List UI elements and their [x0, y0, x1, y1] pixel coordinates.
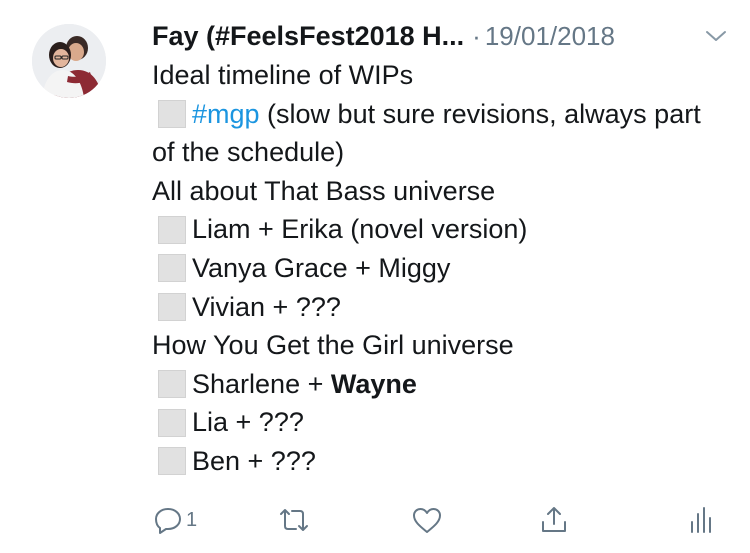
- line-text: Sharlene +: [192, 368, 331, 399]
- line-text: How You Get the Girl universe: [152, 330, 514, 361]
- analytics-button[interactable]: [684, 500, 716, 540]
- checkbox-icon: [158, 370, 186, 399]
- checkbox-icon: [158, 292, 186, 321]
- reply-count: 1: [186, 508, 198, 531]
- line-bold-text: Wayne: [330, 368, 417, 399]
- tweet-line-heading: All about That Bass universe: [152, 172, 722, 211]
- like-icon: [413, 508, 441, 533]
- analytics-icon: [691, 507, 711, 533]
- checkbox-icon: [158, 99, 186, 128]
- tweet-line-item: Ben + ???: [152, 442, 722, 481]
- tweet-line-mgp: #mgp (slow but sure revisions, always pa…: [152, 95, 722, 172]
- share-icon: [542, 507, 566, 532]
- avatar-photo: [32, 24, 106, 98]
- reply-button[interactable]: 1: [152, 500, 197, 540]
- checkbox-icon: [158, 254, 186, 283]
- line-text: Ben + ???: [192, 445, 316, 476]
- tweet-line-item: Vanya Grace + Miggy: [152, 249, 722, 288]
- chevron-down-icon[interactable]: [704, 26, 728, 46]
- tweet-line-item: Vivian + ???: [152, 288, 722, 327]
- checkbox-icon: [158, 408, 186, 437]
- tweet-line-heading: How You Get the Girl universe: [152, 326, 722, 365]
- tweet-header: Fay (#FeelsFest2018 H... · 19/01/2018: [152, 16, 728, 56]
- like-button[interactable]: [411, 500, 443, 540]
- tweet-line-item: Sharlene + Wayne: [152, 365, 722, 404]
- author-name[interactable]: Fay (#FeelsFest2018 H...: [152, 21, 464, 52]
- reply-icon: [155, 508, 181, 534]
- tweet-line-item: Lia + ???: [152, 403, 722, 442]
- tweet-text: Ideal timeline of WIPs #mgp (slow but su…: [152, 56, 722, 481]
- line-text: Liam + Erika (novel version): [192, 214, 528, 245]
- line-text: Vivian + ???: [192, 291, 341, 322]
- checkbox-icon: [158, 215, 186, 244]
- line-text: Ideal timeline of WIPs: [152, 60, 414, 90]
- checkbox-icon: [158, 447, 186, 476]
- line-text: Vanya Grace + Miggy: [192, 252, 451, 283]
- tweet-date[interactable]: 19/01/2018: [485, 21, 615, 52]
- line-text: All about That Bass universe: [152, 175, 496, 206]
- hashtag-link[interactable]: #mgp: [192, 99, 260, 129]
- share-button[interactable]: [538, 500, 570, 540]
- retweet-button[interactable]: [276, 500, 312, 540]
- avatar[interactable]: [32, 24, 106, 98]
- tweet-date-separator: ·: [472, 20, 481, 51]
- tweet-actions: 1: [150, 500, 720, 540]
- line-text: Lia + ???: [192, 407, 304, 438]
- tweet-line-title: Ideal timeline of WIPs: [152, 56, 722, 95]
- retweet-icon: [280, 509, 308, 531]
- tweet-line-item: Liam + Erika (novel version): [152, 210, 722, 249]
